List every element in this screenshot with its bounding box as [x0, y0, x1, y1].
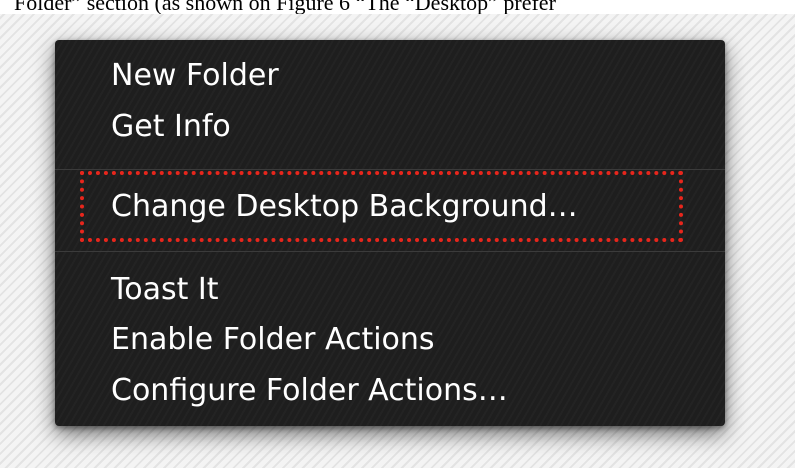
menu-separator [55, 169, 725, 170]
menu-item-get-info[interactable]: Get Info [111, 107, 231, 147]
menu-item-new-folder[interactable]: New Folder [111, 56, 279, 96]
menu-item-change-desktop-background[interactable]: Change Desktop Background… [111, 187, 578, 227]
menu-item-configure-folder-actions[interactable]: Configure Folder Actions… [111, 371, 508, 411]
menu-separator [55, 251, 725, 252]
menu-item-toast-it[interactable]: Toast It [111, 270, 219, 310]
context-menu: New Folder Get Info Change Desktop Backg… [55, 40, 725, 426]
menu-item-enable-folder-actions[interactable]: Enable Folder Actions [111, 320, 435, 360]
document-caption: Folder” section (as shown on Figure 6 “T… [0, 0, 795, 14]
